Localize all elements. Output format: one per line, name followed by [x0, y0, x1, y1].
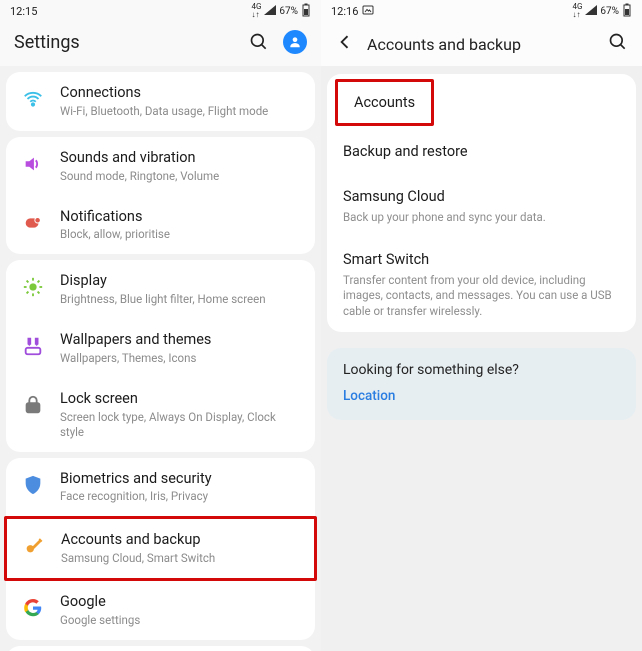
- status-battery-icon: [301, 3, 311, 20]
- display-icon: [20, 274, 46, 300]
- profile-avatar[interactable]: [283, 30, 307, 54]
- settings-item-biometrics[interactable]: Biometrics and security Face recognition…: [6, 458, 315, 517]
- settings-item-sounds[interactable]: Sounds and vibration Sound mode, Rington…: [6, 137, 315, 196]
- empty-area: [321, 428, 642, 651]
- page-title: Accounts and backup: [367, 35, 596, 54]
- phone-right-accounts-backup: 12:16 4G↓↑ 67% Accounts and backup: [321, 0, 642, 651]
- item-title: Lock screen: [60, 390, 301, 409]
- item-sub: Wallpapers, Themes, Icons: [60, 351, 301, 366]
- item-sub: Transfer content from your old device, i…: [343, 273, 620, 320]
- item-title: Smart Switch: [343, 251, 620, 270]
- item-title: Accounts: [354, 94, 415, 111]
- key-icon: [21, 533, 47, 559]
- accounts-backup-list: Accounts Backup and restore Samsung Clou…: [327, 74, 636, 332]
- sound-icon: [20, 151, 46, 177]
- item-sub: Back up your phone and sync your data.: [343, 210, 620, 226]
- back-icon[interactable]: [335, 32, 355, 56]
- search-icon[interactable]: [249, 32, 269, 52]
- settings-group: Advanced features Motions and gestures, …: [6, 646, 315, 651]
- status-time: 12:15: [10, 5, 37, 18]
- wallpaper-icon: [20, 333, 46, 359]
- item-title: Samsung Cloud: [343, 188, 620, 207]
- settings-item-google[interactable]: Google Google settings: [6, 581, 315, 640]
- page-title: Settings: [14, 32, 80, 53]
- item-title: Notifications: [60, 208, 301, 227]
- status-screenshot-icon: [362, 5, 374, 18]
- settings-group: Sounds and vibration Sound mode, Rington…: [6, 137, 315, 255]
- settings-group: Display Brightness, Blue light filter, H…: [6, 260, 315, 451]
- list-item-backup-restore[interactable]: Backup and restore: [327, 130, 636, 175]
- item-sub: Wi-Fi, Bluetooth, Data usage, Flight mod…: [60, 104, 301, 119]
- item-sub: Samsung Cloud, Smart Switch: [61, 551, 300, 566]
- status-signal-icon: [585, 5, 597, 18]
- item-title: Biometrics and security: [60, 470, 301, 489]
- settings-group: Connections Wi-Fi, Bluetooth, Data usage…: [6, 72, 315, 131]
- subpage-header: Accounts and backup: [321, 22, 642, 66]
- item-title: Display: [60, 272, 301, 291]
- item-sub: Sound mode, Ringtone, Volume: [60, 169, 301, 184]
- item-sub: Screen lock type, Always On Display, Clo…: [60, 410, 301, 440]
- settings-item-display[interactable]: Display Brightness, Blue light filter, H…: [6, 260, 315, 319]
- settings-item-connections[interactable]: Connections Wi-Fi, Bluetooth, Data usage…: [6, 72, 315, 131]
- item-title: Connections: [60, 84, 301, 103]
- status-network-icon: 4G↓↑: [251, 3, 261, 19]
- status-time: 12:16: [331, 5, 358, 18]
- status-battery-pct: 67%: [600, 6, 619, 17]
- item-sub: Google settings: [60, 613, 301, 628]
- status-signal-icon: [264, 5, 276, 18]
- settings-item-notifications[interactable]: Notifications Block, allow, prioritise: [6, 196, 315, 255]
- notifications-icon: [20, 210, 46, 236]
- list-item-smart-switch[interactable]: Smart Switch Transfer content from your …: [327, 238, 636, 332]
- item-title: Google: [60, 593, 301, 612]
- settings-item-accounts-backup[interactable]: Accounts and backup Samsung Cloud, Smart…: [4, 516, 317, 581]
- item-title: Sounds and vibration: [60, 149, 301, 168]
- looking-link-location[interactable]: Location: [343, 388, 620, 404]
- settings-item-advanced[interactable]: Advanced features Motions and gestures, …: [6, 646, 315, 651]
- status-battery-pct: 67%: [279, 6, 298, 17]
- item-sub: Block, allow, prioritise: [60, 227, 301, 242]
- status-bar: 12:15 4G↓↑ 67%: [0, 0, 321, 22]
- settings-item-lockscreen[interactable]: Lock screen Screen lock type, Always On …: [6, 378, 315, 452]
- looking-question: Looking for something else?: [343, 362, 620, 378]
- item-title: Accounts and backup: [61, 531, 300, 550]
- settings-scroll[interactable]: Connections Wi-Fi, Bluetooth, Data usage…: [0, 66, 321, 651]
- item-sub: Face recognition, Iris, Privacy: [60, 489, 301, 504]
- list-item-accounts[interactable]: Accounts: [335, 79, 434, 126]
- list-item-samsung-cloud[interactable]: Samsung Cloud Back up your phone and syn…: [327, 175, 636, 238]
- google-icon: [20, 595, 46, 621]
- phone-left-settings: 12:15 4G↓↑ 67% Settings: [0, 0, 321, 651]
- status-battery-icon: [622, 3, 632, 20]
- settings-item-wallpapers[interactable]: Wallpapers and themes Wallpapers, Themes…: [6, 319, 315, 378]
- item-title: Backup and restore: [343, 143, 620, 162]
- status-network-icon: 4G↓↑: [572, 3, 582, 19]
- item-sub: Brightness, Blue light filter, Home scre…: [60, 292, 301, 307]
- item-title: Wallpapers and themes: [60, 331, 301, 350]
- wifi-icon: [20, 86, 46, 112]
- settings-header: Settings: [0, 22, 321, 66]
- status-bar: 12:16 4G↓↑ 67%: [321, 0, 642, 22]
- looking-for-card: Looking for something else? Location: [327, 348, 636, 420]
- shield-icon: [20, 472, 46, 498]
- search-icon[interactable]: [608, 32, 628, 56]
- lock-icon: [20, 392, 46, 418]
- settings-group: Biometrics and security Face recognition…: [6, 458, 315, 640]
